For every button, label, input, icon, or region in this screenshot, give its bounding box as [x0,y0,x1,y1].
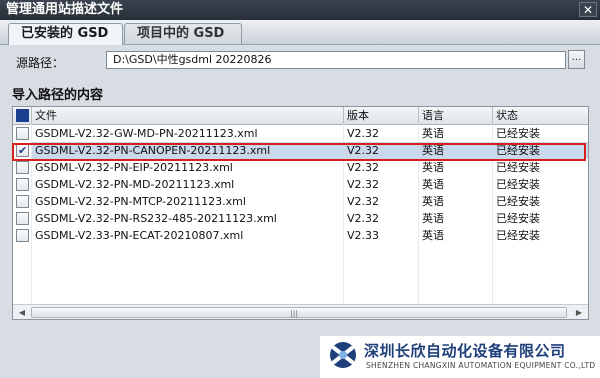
horizontal-scrollbar[interactable]: ◀ ||| ▶ [13,304,588,319]
column-language[interactable]: 语言 [419,107,493,124]
section-title: 导入路径的内容 [12,88,104,103]
checkbox-cell [13,176,32,193]
checkbox-cell [13,159,32,176]
file-name-cell: GSDML-V2.32-PN-MD-20211123.xml [35,178,235,191]
status-cell: 已经安装 [496,161,540,174]
language-cell: 英语 [422,127,444,140]
row-checkbox[interactable] [16,178,29,191]
version-cell: V2.32 [347,178,380,191]
status-cell: 已经安装 [496,229,540,242]
column-version[interactable]: 版本 [344,107,419,124]
file-name-cell: GSDML-V2.32-PN-MTCP-20211123.xml [35,195,246,208]
version-cell: V2.32 [347,127,380,140]
checkbox-cell [13,227,32,244]
grip-icon: ||| [290,309,299,318]
version-cell: V2.32 [347,212,380,225]
language-cell: 英语 [422,161,444,174]
status-cell: 已经安装 [496,195,540,208]
company-logo-icon [330,342,356,368]
column-status[interactable]: 状态 [493,107,588,124]
company-name-en: SHENZHEN CHANGXIN AUTOMATION EQUIPMENT C… [366,361,596,370]
language-cell: 英语 [422,195,444,208]
language-cell: 英语 [422,212,444,225]
title-bar: 管理通用站描述文件 ✕ [0,0,600,20]
status-cell: 已经安装 [496,212,540,225]
table-row[interactable]: GSDML-V2.32-PN-MTCP-20211123.xml V2.32 英语 已… [13,193,588,210]
table-row[interactable]: GSDML-V2.32-PN-RS232-485-20211123.xml V2.… [13,210,588,227]
language-cell: 英语 [422,229,444,242]
row-checkbox[interactable] [16,195,29,208]
table-row[interactable]: GSDML-V2.33-PN-ECAT-20210807.xml V2.33 英语 已… [13,227,588,244]
checkbox-cell [13,125,32,142]
table-row[interactable]: GSDML-V2.32-GW-MD-PN-20211123.xml V2.32 英语… [13,125,588,142]
table-row[interactable]: GSDML-V2.32-PN-MD-20211123.xml V2.32 英语 已经安… [13,176,588,193]
scroll-thumb[interactable]: ||| [31,307,567,318]
file-name-cell: GSDML-V2.32-GW-MD-PN-20211123.xml [35,127,258,140]
file-name-cell: GSDML-V2.33-PN-ECAT-20210807.xml [35,229,244,242]
scroll-right-icon[interactable]: ▶ [572,306,586,319]
row-checkbox[interactable] [16,127,29,140]
table-header: 文件 版本 语言 状态 [13,107,588,125]
gsd-file-table: 文件 版本 语言 状态 GSDML-V2.32-GW-MD-PN-2021112… [12,106,589,320]
select-all-cell [13,107,32,124]
highlight-box [12,143,586,161]
file-name-cell: GSDML-V2.32-PN-EIP-20211123.xml [35,161,233,174]
version-cell: V2.32 [347,195,380,208]
row-checkbox[interactable] [16,161,29,174]
tab-project-gsd[interactable]: 项目中的 GSD [124,23,242,44]
window-title: 管理通用站描述文件 [6,2,124,17]
gsd-manager-dialog: 管理通用站描述文件 ✕ 已安装的 GSD 项目中的 GSD 源路径： D:\GS… [0,0,600,378]
row-checkbox[interactable] [16,212,29,225]
language-cell: 英语 [422,178,444,191]
file-name-cell: GSDML-V2.32-PN-RS232-485-20211123.xml [35,212,277,225]
close-button[interactable]: ✕ [579,2,597,17]
table-row[interactable]: GSDML-V2.32-PN-EIP-20211123.xml V2.32 英语 已经… [13,159,588,176]
tab-installed-gsd[interactable]: 已安装的 GSD [8,23,123,45]
checkbox-cell [13,210,32,227]
source-path-label: 源路径： [16,56,65,70]
status-cell: 已经安装 [496,127,540,140]
version-cell: V2.32 [347,161,380,174]
column-file[interactable]: 文件 [32,107,344,124]
scroll-left-icon[interactable]: ◀ [15,306,29,319]
select-all-checkbox[interactable] [16,109,29,122]
source-path-field[interactable]: D:\GSD\中性gsdml 20220826 [106,51,566,69]
row-checkbox[interactable] [16,229,29,242]
status-cell: 已经安装 [496,178,540,191]
tab-strip: 已安装的 GSD 项目中的 GSD [0,20,600,45]
checkbox-cell [13,193,32,210]
browse-button[interactable]: ... [568,50,585,69]
company-watermark: 深圳长欣自动化设备有限公司 SHENZHEN CHANGXIN AUTOMATI… [320,336,600,378]
company-name-cn: 深圳长欣自动化设备有限公司 [364,342,566,360]
version-cell: V2.33 [347,229,380,242]
